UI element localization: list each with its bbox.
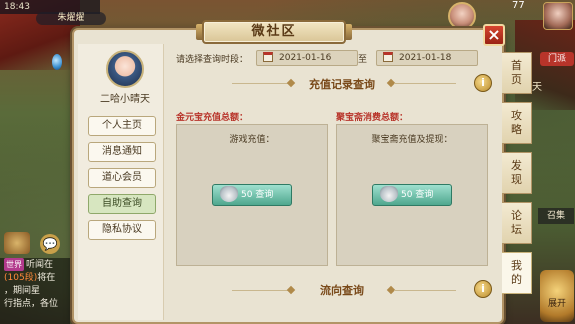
sect-badge[interactable]: 门派 bbox=[540, 52, 574, 66]
gem-icon bbox=[52, 54, 62, 70]
profile-name: 二哈小晴天 bbox=[100, 94, 150, 105]
section-divider bbox=[232, 290, 292, 291]
player-level: 77 bbox=[512, 0, 525, 11]
tab-discover[interactable]: 发 现 bbox=[502, 152, 532, 194]
right-side-label: 天 bbox=[532, 82, 542, 93]
treasure-recharge-header: 聚宝斋充值及提现： bbox=[371, 135, 453, 145]
silver-ingot-icon bbox=[380, 186, 398, 202]
summon-button[interactable]: 召集 bbox=[538, 208, 574, 224]
tab-forum[interactable]: 论 坛 bbox=[502, 202, 532, 244]
chat-icon[interactable]: 💬 bbox=[40, 234, 60, 254]
calendar-icon bbox=[383, 52, 393, 62]
info-icon[interactable]: i bbox=[474, 280, 492, 298]
chat-channel-tag: 世界 bbox=[4, 258, 24, 271]
tab-mine[interactable]: 我 的 bbox=[502, 252, 532, 294]
gold-recharge-total-label: 金元宝充值总额： bbox=[176, 113, 249, 123]
date-separator: 至 bbox=[358, 55, 368, 65]
section-divider bbox=[232, 83, 292, 84]
treasure-icon[interactable] bbox=[4, 232, 30, 254]
flow-section-title: 流向查询 bbox=[320, 284, 364, 297]
player-name-pill[interactable]: 朱燿燿 bbox=[36, 12, 106, 25]
chat-panel[interactable]: 世界 听闻在 (105段)将在 ，期间星 行指点，各位 bbox=[0, 258, 70, 324]
tab-home[interactable]: 首 页 bbox=[502, 52, 532, 94]
nav-item-profile[interactable]: 个人主页 bbox=[88, 116, 156, 136]
section-divider bbox=[394, 83, 456, 84]
calendar-icon bbox=[263, 52, 273, 62]
recharge-section-title: 充值记录查询 bbox=[309, 78, 375, 91]
nav-item-membership[interactable]: 道心会员 bbox=[88, 168, 156, 188]
game-recharge-header: 游戏充值： bbox=[229, 135, 275, 145]
chat-line: 世界 听闻在 bbox=[4, 258, 54, 271]
treasure-spend-total-label: 聚宝斋消费总额： bbox=[336, 113, 409, 123]
info-icon[interactable]: i bbox=[474, 74, 492, 92]
tab-guide[interactable]: 攻 略 bbox=[502, 102, 532, 144]
panel-title: 微社区 bbox=[202, 20, 346, 44]
silver-ingot-icon bbox=[220, 186, 238, 202]
close-button[interactable]: × bbox=[483, 24, 505, 46]
chat-line: ，期间星 bbox=[4, 286, 41, 296]
avatar[interactable] bbox=[106, 50, 144, 88]
player-avatar[interactable] bbox=[543, 2, 573, 30]
chat-line: (105段)将在 bbox=[4, 273, 56, 283]
nav-item-self-query[interactable]: 自助查询 bbox=[88, 194, 156, 214]
section-divider bbox=[394, 290, 456, 291]
chat-line: 行指点，各位 bbox=[4, 299, 59, 309]
nav-item-notifications[interactable]: 消息通知 bbox=[88, 142, 156, 162]
query-period-label: 请选择查询时段： bbox=[176, 55, 249, 65]
target-avatar[interactable] bbox=[448, 2, 476, 30]
expand-button[interactable]: 展开 bbox=[540, 270, 574, 322]
nav-item-privacy[interactable]: 隐私协议 bbox=[88, 220, 156, 240]
